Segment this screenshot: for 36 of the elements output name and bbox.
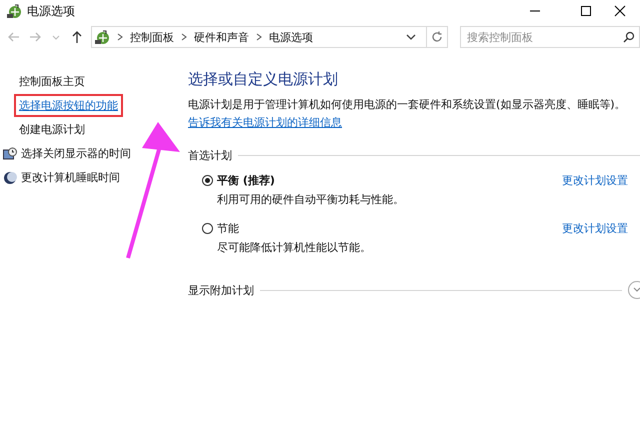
close-icon [614,5,626,17]
search-icon [623,31,635,43]
group-title: 首选计划 [188,148,232,163]
description-text: 电源计划是用于管理计算机如何使用电源的一套硬件和系统设置(如显示器亮度、睡眠等)。 [188,97,627,112]
chevron-icon [255,32,264,42]
moon-icon [3,170,17,184]
plan-description: 利用可用的硬件自动平衡功耗与性能。 [216,192,405,207]
sidebar-link[interactable]: 控制面板主页 [19,74,85,89]
breadcrumb-item[interactable]: 硬件和声音 [194,30,250,44]
radio-button[interactable] [202,223,213,234]
breadcrumb-item[interactable]: 控制面板 [130,30,174,44]
radio-button[interactable] [202,175,213,186]
sidebar-link[interactable]: 选择关闭显示器的时间 [21,146,131,161]
change-settings-link[interactable]: 更改计划设置 [562,221,628,236]
chevron-icon [180,32,188,42]
forward-icon [28,30,42,44]
breadcrumb-item[interactable]: 电源选项 [269,30,314,44]
page-heading: 选择或自定义电源计划 [188,70,339,89]
plan-description: 尽可能降低计算机性能以节能。 [216,240,372,255]
sidebar-link[interactable]: 创建电源计划 [19,122,85,137]
maximize-icon [580,5,592,17]
plan-name: 节能 [217,221,239,236]
back-icon [6,30,21,44]
plan-name: 平衡 (推荐) [217,173,275,188]
chevron-icon [116,32,124,42]
group-title: 显示附加计划 [188,282,254,298]
window-title: 电源选项 [27,2,75,20]
caret-icon [406,32,416,42]
search-field[interactable]: 搜索控制面板 [460,26,640,48]
sidebar-link[interactable]: 更改计算机睡眠时间 [21,170,120,185]
sidebar-link[interactable]: 选择电源按钮的功能 [19,99,118,112]
address-field[interactable]: 控制面板 硬件和声音 电源选项 [91,26,448,48]
monitor-clock-icon [3,146,17,160]
change-settings-link[interactable]: 更改计划设置 [562,173,628,188]
help-link[interactable]: 告诉我有关电源计划的详细信息 [188,115,640,130]
refresh-icon [431,31,443,43]
